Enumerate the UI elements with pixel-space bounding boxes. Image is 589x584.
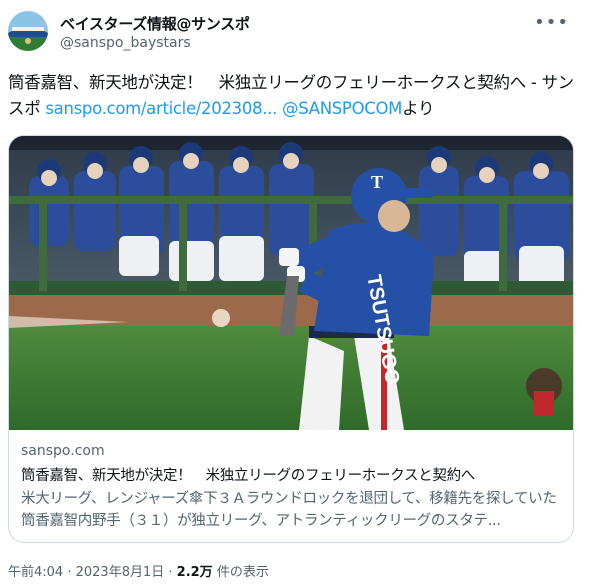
views-count[interactable]: 2.2万 (177, 565, 213, 580)
card-domain: sanspo.com (21, 443, 105, 459)
link-preview-card[interactable]: TSUTSUGO T sanspo.com 筒香嘉智、新天地が決定！ 米独立リー… (8, 135, 574, 543)
tweet-text: 筒香嘉智、新天地が決定！ 米独立リーグのフェリーホークスと契約へ - サンスポ … (8, 70, 583, 122)
views-label: 件の表示 (212, 565, 269, 580)
card-description: 米大リーグ、レンジャーズ傘下３Ａラウンドロックを退団して、移籍先を探していた筒香… (21, 491, 557, 529)
author-display-name[interactable]: ベイスターズ情報@サンスポ (60, 13, 250, 34)
tweet-header: ベイスターズ情報@サンスポ @sanspo_baystars ••• (8, 8, 581, 56)
meta-separator: · (164, 565, 177, 580)
tweet-text-suffix: より (402, 99, 435, 118)
avatar[interactable] (8, 11, 48, 51)
author-handle[interactable]: @sanspo_baystars (60, 35, 191, 51)
meta-separator: · (63, 565, 76, 580)
tweet-article-link[interactable]: sanspo.com/article/202308... (45, 99, 277, 118)
card-title[interactable]: 筒香嘉智、新天地が決定！ 米独立リーグのフェリーホークスと契約へ (21, 464, 475, 485)
more-horizontal-icon[interactable]: ••• (534, 12, 569, 33)
svg-text:T: T (371, 172, 383, 192)
tweet-date[interactable]: 2023年8月1日 (76, 565, 165, 580)
card-image[interactable]: TSUTSUGO T (9, 136, 573, 430)
tweet-mention-link[interactable]: @SANSPOCOM (282, 99, 402, 118)
tweet-time[interactable]: 午前4:04 (8, 565, 63, 580)
tweet-meta: 午前4:04 · 2023年8月1日 · 2.2万 件の表示 (8, 561, 269, 580)
